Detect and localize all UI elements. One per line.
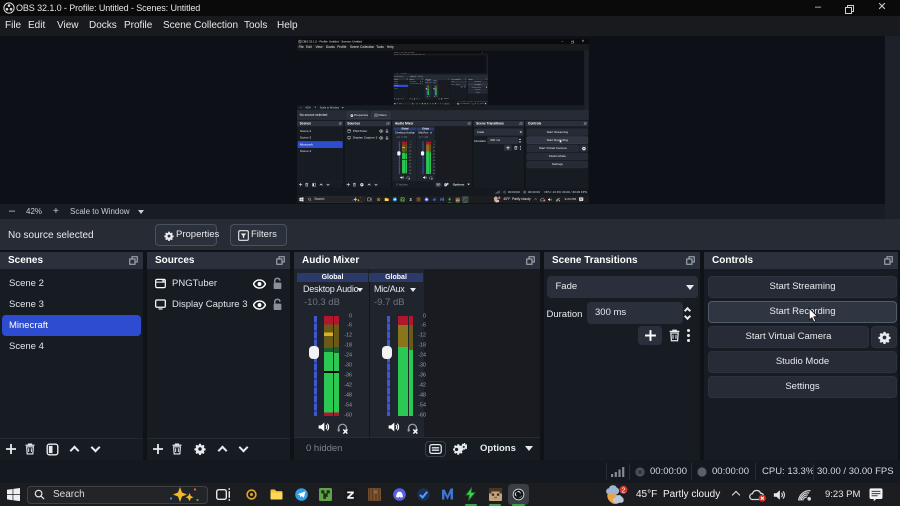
- svg-text:2: 2: [622, 487, 626, 494]
